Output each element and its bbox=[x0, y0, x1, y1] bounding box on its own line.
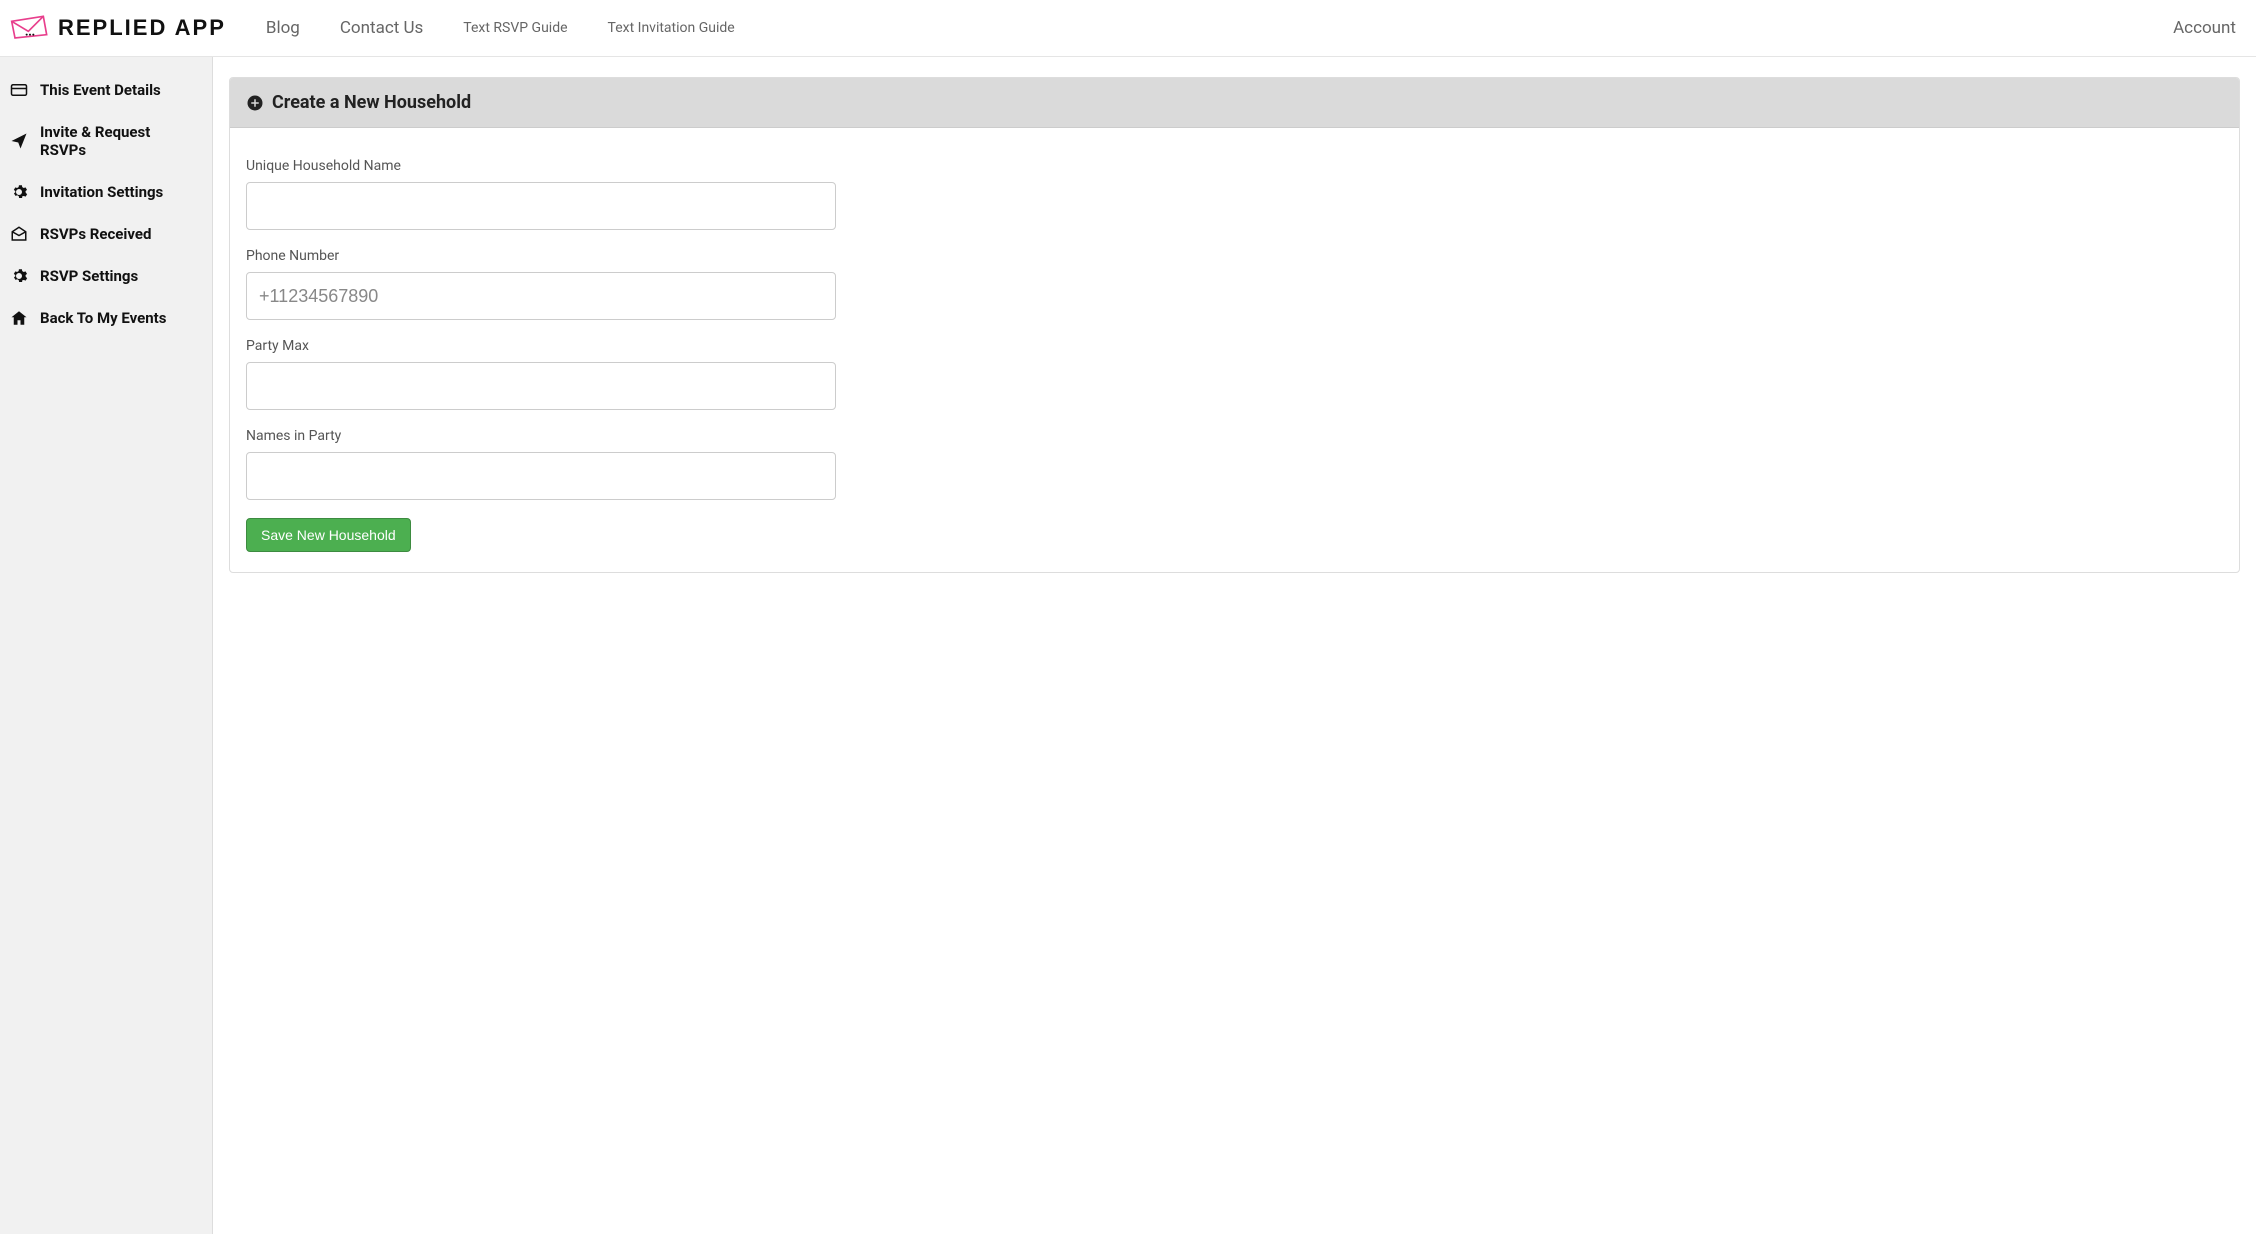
sidebar-item-invitation-settings[interactable]: Invitation Settings bbox=[0, 171, 212, 213]
nav-rsvp-guide[interactable]: Text RSVP Guide bbox=[463, 20, 567, 36]
plus-circle-icon bbox=[246, 94, 264, 112]
panel-title: Create a New Household bbox=[272, 92, 471, 113]
nav-contact[interactable]: Contact Us bbox=[340, 18, 423, 38]
nav-account[interactable]: Account bbox=[2173, 18, 2236, 38]
top-nav: REPLIED APP Blog Contact Us Text RSVP Gu… bbox=[0, 0, 2256, 57]
save-household-button[interactable]: Save New Household bbox=[246, 518, 411, 552]
phone-label: Phone Number bbox=[246, 248, 836, 264]
household-name-label: Unique Household Name bbox=[246, 158, 836, 174]
sidebar-item-invite[interactable]: Invite & Request RSVPs bbox=[0, 111, 212, 171]
card-icon bbox=[10, 81, 28, 99]
sidebar-item-rsvp-settings[interactable]: RSVP Settings bbox=[0, 255, 212, 297]
brand-name: REPLIED APP bbox=[58, 15, 226, 41]
nav-blog[interactable]: Blog bbox=[266, 18, 300, 38]
household-name-input[interactable] bbox=[246, 182, 836, 230]
phone-input[interactable] bbox=[246, 272, 836, 320]
panel-header: Create a New Household bbox=[230, 78, 2239, 128]
sidebar-item-label: RSVPs Received bbox=[40, 225, 151, 243]
envelope-open-icon bbox=[10, 225, 28, 243]
envelope-logo-icon bbox=[10, 13, 50, 43]
gear-icon bbox=[10, 267, 28, 285]
panel-body: Unique Household Name Phone Number Party… bbox=[230, 128, 2239, 572]
names-label: Names in Party bbox=[246, 428, 836, 444]
names-input[interactable] bbox=[246, 452, 836, 500]
nav-links: Blog Contact Us Text RSVP Guide Text Inv… bbox=[266, 18, 735, 38]
create-household-panel: Create a New Household Unique Household … bbox=[229, 77, 2240, 573]
sidebar-item-back-to-events[interactable]: Back To My Events bbox=[0, 297, 212, 339]
sidebar: This Event Details Invite & Request RSVP… bbox=[0, 57, 213, 1234]
sidebar-item-label: Invitation Settings bbox=[40, 183, 163, 201]
home-icon bbox=[10, 309, 28, 327]
main-content: Create a New Household Unique Household … bbox=[213, 57, 2256, 1234]
sidebar-item-event-details[interactable]: This Event Details bbox=[0, 69, 212, 111]
party-max-input[interactable] bbox=[246, 362, 836, 410]
sidebar-item-label: Invite & Request RSVPs bbox=[40, 123, 200, 159]
sidebar-item-label: Back To My Events bbox=[40, 309, 166, 327]
nav-invitation-guide[interactable]: Text Invitation Guide bbox=[608, 20, 735, 36]
sidebar-item-rsvps-received[interactable]: RSVPs Received bbox=[0, 213, 212, 255]
sidebar-item-label: RSVP Settings bbox=[40, 267, 138, 285]
brand-logo[interactable]: REPLIED APP bbox=[10, 13, 226, 43]
sidebar-item-label: This Event Details bbox=[40, 81, 161, 99]
gear-icon bbox=[10, 183, 28, 201]
paper-plane-icon bbox=[10, 132, 28, 150]
party-max-label: Party Max bbox=[246, 338, 836, 354]
